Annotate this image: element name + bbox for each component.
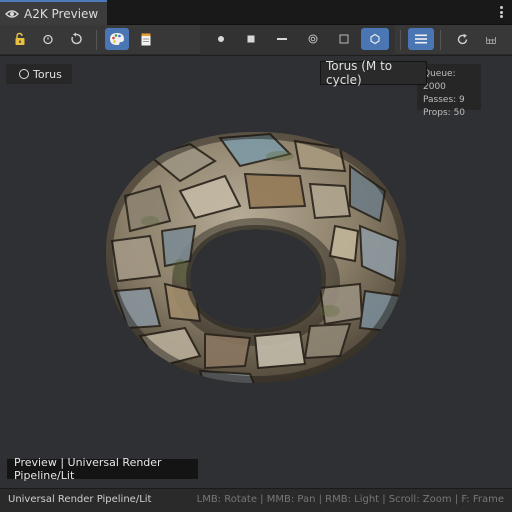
- toolbar: [0, 25, 512, 55]
- preview-status-overlay: Preview | Universal Render Pipeline/Lit: [7, 456, 198, 482]
- toolbar-separator: [440, 30, 441, 50]
- mesh-type-label: Torus: [33, 67, 62, 81]
- palette-icon[interactable]: [105, 28, 129, 50]
- controls-hint: LMB: Rotate | MMB: Pan | RMB: Light | Sc…: [196, 494, 504, 505]
- more-options-icon[interactable]: [496, 4, 506, 20]
- plane-icon[interactable]: [270, 28, 294, 50]
- reset-rotation-icon[interactable]: [64, 28, 88, 50]
- sphere-icon[interactable]: [209, 28, 233, 50]
- document-icon[interactable]: [134, 28, 158, 50]
- toolbar-separator: [400, 30, 401, 50]
- tab-a2k-preview[interactable]: A2K Preview: [0, 0, 107, 25]
- refresh-icon[interactable]: [450, 28, 474, 50]
- eye-icon: [5, 9, 19, 18]
- preview-viewport[interactable]: Torus Queue: 2000 Passes: 9 Props: 50 To…: [0, 56, 512, 488]
- footer-bar: Universal Render Pipeline/Lit LMB: Rotat…: [0, 488, 512, 512]
- stat-passes: Passes: 9: [423, 95, 465, 105]
- torus-icon: [19, 69, 29, 79]
- quad-icon[interactable]: [332, 28, 356, 50]
- capsule-icon[interactable]: [301, 28, 325, 50]
- mesh-tooltip: Torus (M to cycle): [320, 59, 427, 87]
- timer-icon[interactable]: [36, 28, 60, 50]
- unlock-icon[interactable]: [8, 28, 32, 50]
- torus-preview-render[interactable]: [0, 56, 512, 488]
- tab-title: A2K Preview: [24, 6, 99, 21]
- torus-icon[interactable]: [361, 28, 389, 50]
- shader-name: Universal Render Pipeline/Lit: [8, 494, 152, 505]
- stat-props: Props: 50: [423, 108, 466, 118]
- grid-icon[interactable]: [479, 28, 503, 50]
- stat-queue: Queue: 2000: [423, 69, 456, 92]
- menu-lines-icon[interactable]: [408, 28, 434, 50]
- mesh-type-button[interactable]: Torus: [6, 64, 72, 84]
- cube-icon[interactable]: [239, 28, 263, 50]
- tab-bar: A2K Preview: [0, 0, 512, 25]
- toolbar-separator: [96, 30, 97, 50]
